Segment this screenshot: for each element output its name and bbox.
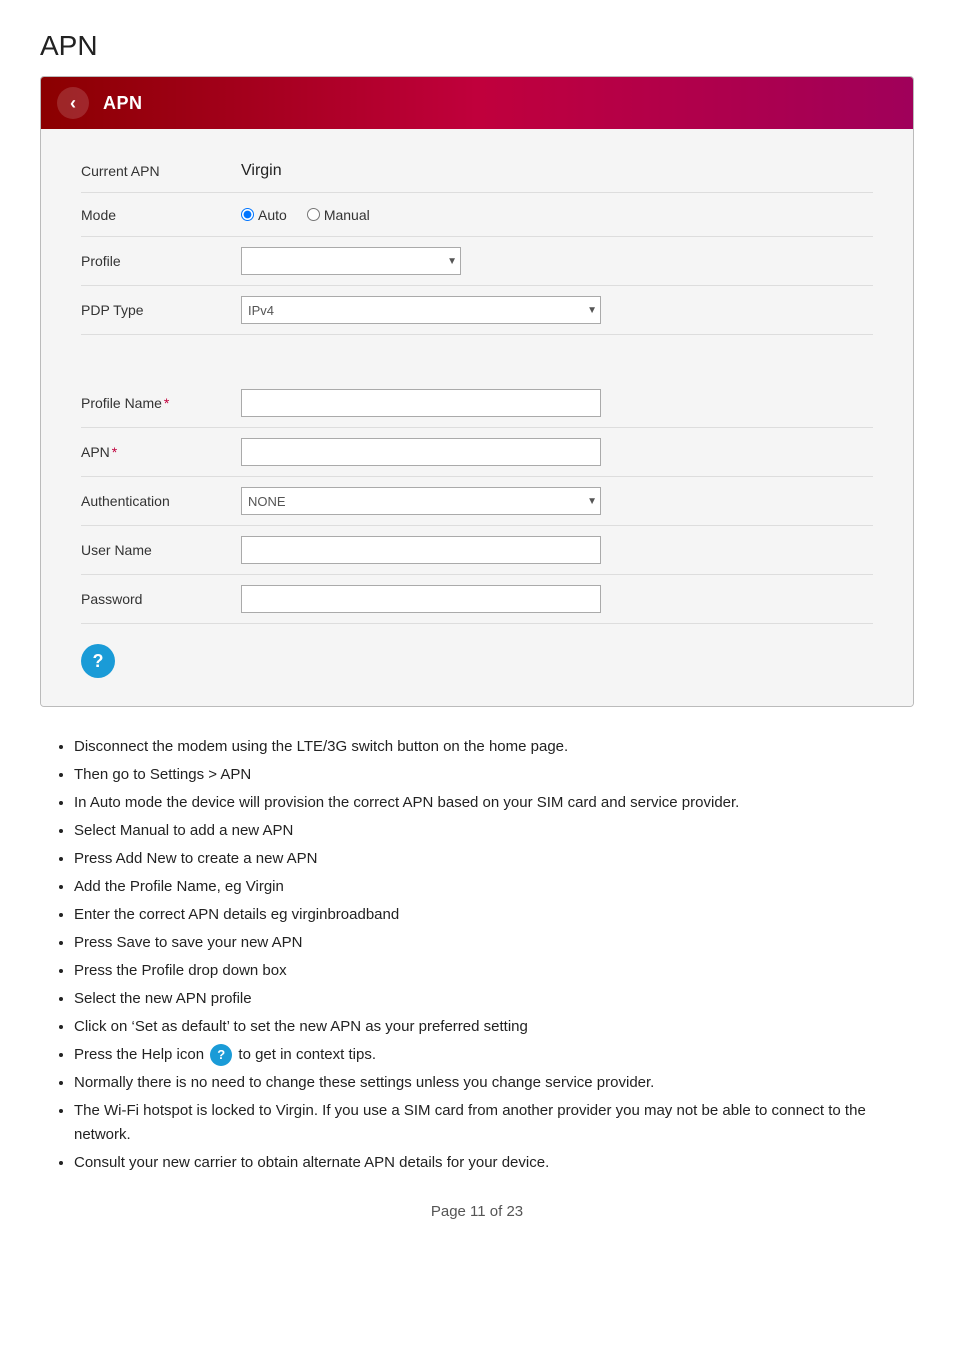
pdp-type-label: PDP Type (81, 302, 241, 318)
apn-value (241, 438, 873, 466)
username-value (241, 536, 873, 564)
username-label: User Name (81, 542, 241, 558)
list-item: Select the new APN profile (74, 987, 914, 1011)
profile-select-wrapper: ▼ (241, 247, 461, 275)
instructions-section: Disconnect the modem using the LTE/3G sw… (40, 735, 914, 1175)
profile-row: Profile ▼ (81, 237, 873, 286)
profile-name-value (241, 389, 873, 417)
password-label: Password (81, 591, 241, 607)
list-item: Consult your new carrier to obtain alter… (74, 1151, 914, 1175)
apn-label: APN* (81, 444, 241, 460)
authentication-row: Authentication NONE ▼ (81, 477, 873, 526)
profile-name-input[interactable] (241, 389, 601, 417)
list-item: Press the Help icon ? to get in context … (74, 1043, 914, 1067)
apn-required: * (112, 444, 117, 460)
list-item: Select Manual to add a new APN (74, 819, 914, 843)
apn-row: APN* (81, 428, 873, 477)
password-row: Password (81, 575, 873, 624)
authentication-select[interactable]: NONE (241, 487, 601, 515)
page-title: APN (40, 30, 914, 62)
current-apn-value: Virgin (241, 162, 873, 180)
list-item: Press Add New to create a new APN (74, 847, 914, 871)
list-item: Then go to Settings > APN (74, 763, 914, 787)
password-value (241, 585, 873, 613)
pdp-type-value: IPv4 ▼ (241, 296, 873, 324)
back-button[interactable]: ‹ (57, 87, 89, 119)
current-apn-row: Current APN Virgin (81, 149, 873, 193)
page-footer: Page 11 of 23 (40, 1203, 914, 1220)
mode-auto-radio[interactable] (241, 208, 254, 221)
apn-panel-header: ‹ APN (41, 77, 913, 129)
auth-select-wrapper: NONE ▼ (241, 487, 601, 515)
list-item: Disconnect the modem using the LTE/3G sw… (74, 735, 914, 759)
list-item: Press the Profile drop down box (74, 959, 914, 983)
mode-row: Mode Auto Manual (81, 193, 873, 237)
password-input[interactable] (241, 585, 601, 613)
pdp-type-select[interactable]: IPv4 (241, 296, 601, 324)
apn-input[interactable] (241, 438, 601, 466)
list-item: Click on ‘Set as default’ to set the new… (74, 1015, 914, 1039)
username-row: User Name (81, 526, 873, 575)
mode-manual-radio[interactable] (307, 208, 320, 221)
authentication-label: Authentication (81, 493, 241, 509)
profile-value: ▼ (241, 247, 873, 275)
profile-select[interactable] (241, 247, 461, 275)
mode-auto-label[interactable]: Auto (241, 207, 287, 223)
instructions-list: Disconnect the modem using the LTE/3G sw… (50, 735, 914, 1175)
list-item: Normally there is no need to change thes… (74, 1071, 914, 1095)
profile-label: Profile (81, 253, 241, 269)
authentication-value: NONE ▼ (241, 487, 873, 515)
profile-name-row: Profile Name* (81, 379, 873, 428)
apn-form-body: Current APN Virgin Mode Auto Manual (41, 129, 913, 706)
help-button[interactable]: ? (81, 644, 115, 678)
list-item: Add the Profile Name, eg Virgin (74, 875, 914, 899)
username-input[interactable] (241, 536, 601, 564)
list-item: Press Save to save your new APN (74, 931, 914, 955)
help-row: ? (81, 624, 873, 682)
profile-name-required: * (164, 395, 169, 411)
spacer-row (81, 335, 873, 379)
list-item: The Wi-Fi hotspot is locked to Virgin. I… (74, 1099, 914, 1147)
list-item: Enter the correct APN details eg virginb… (74, 903, 914, 927)
mode-label: Mode (81, 207, 241, 223)
list-item: In Auto mode the device will provision t… (74, 791, 914, 815)
profile-name-label: Profile Name* (81, 395, 241, 411)
pdp-type-row: PDP Type IPv4 ▼ (81, 286, 873, 335)
mode-value: Auto Manual (241, 207, 873, 223)
mode-radio-group: Auto Manual (241, 207, 370, 223)
pdp-type-select-wrapper: IPv4 ▼ (241, 296, 601, 324)
apn-panel: ‹ APN Current APN Virgin Mode Auto (40, 76, 914, 707)
apn-panel-title: APN (103, 93, 143, 114)
mode-manual-label[interactable]: Manual (307, 207, 370, 223)
current-apn-label: Current APN (81, 163, 241, 179)
inline-help-icon: ? (210, 1044, 232, 1066)
